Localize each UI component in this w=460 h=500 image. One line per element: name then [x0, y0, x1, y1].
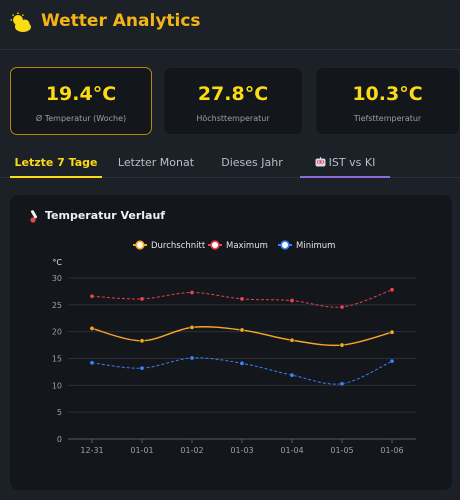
- legend-label-durchschnitt: Durchschnitt: [151, 241, 206, 251]
- data-point-minimum: [139, 365, 145, 371]
- app-header: Wetter Analytics: [0, 0, 460, 50]
- x-tick-label: 01-06: [380, 446, 403, 455]
- y-tick-label: 25: [52, 301, 62, 310]
- data-point-maximum: [339, 304, 345, 310]
- tab-ist-vs-ki[interactable]: IST vs KI: [300, 150, 390, 178]
- x-tick-label: 01-03: [230, 446, 253, 455]
- sun-cloud-icon: [10, 12, 31, 32]
- data-point-maximum: [139, 296, 145, 302]
- data-point-maximum: [239, 296, 245, 302]
- y-tick-label: 15: [52, 355, 62, 364]
- data-point-maximum: [289, 298, 295, 304]
- data-point-minimum: [389, 358, 395, 364]
- data-point-durchschnitt: [339, 342, 345, 348]
- x-tick-label: 01-05: [330, 446, 353, 455]
- legend-label-minimum: Minimum: [296, 241, 335, 251]
- stat-label: Tiefsttemperatur: [353, 114, 422, 123]
- data-point-durchschnitt: [189, 324, 195, 330]
- app-title: Wetter Analytics: [41, 11, 201, 31]
- data-point-maximum: [389, 287, 395, 293]
- y-tick-label: 30: [52, 274, 62, 283]
- y-tick-label: 20: [52, 328, 62, 337]
- robot-icon: [315, 157, 326, 167]
- temperature-line-chart: 0 5 10 15 20 25 30 °C 12-31 01-01 01-02 01-03 01-04 0…: [52, 240, 416, 455]
- data-point-durchschnitt: [389, 329, 395, 335]
- stat-label: Höchsttemperatur: [196, 114, 270, 123]
- y-axis-label: °C: [52, 258, 62, 267]
- legend-marker-durchschnitt: [135, 240, 145, 250]
- x-tick-label: 12-31: [80, 446, 103, 455]
- stat-card-min[interactable]: 10.3°C Tiefsttemperatur: [315, 67, 460, 135]
- x-tick-label: 01-01: [130, 446, 153, 455]
- stat-value: 10.3°C: [352, 83, 423, 105]
- tab-label: IST vs KI: [328, 156, 376, 169]
- data-point-maximum: [189, 289, 195, 295]
- y-tick-label: 0: [57, 435, 62, 444]
- tab-this-year[interactable]: Dieses Jahr: [210, 150, 294, 178]
- x-tick-label: 01-04: [280, 446, 303, 455]
- stat-label: Ø Temperatur (Woche): [35, 114, 127, 123]
- data-point-minimum: [89, 360, 95, 366]
- data-point-maximum: [89, 293, 95, 299]
- y-tick-label: 10: [52, 381, 62, 390]
- tab-last-month[interactable]: Letzter Monat: [112, 150, 200, 178]
- data-point-durchschnitt: [89, 325, 95, 331]
- data-point-minimum: [289, 372, 295, 378]
- data-point-minimum: [189, 355, 195, 361]
- legend-marker-minimum: [280, 240, 290, 250]
- stat-value: 27.8°C: [197, 83, 269, 105]
- x-tick-label: 01-02: [180, 446, 203, 455]
- legend-marker-maximum: [210, 240, 220, 250]
- data-point-durchschnitt: [289, 337, 295, 343]
- data-point-minimum: [239, 360, 245, 366]
- data-point-minimum: [339, 381, 345, 387]
- tab-last-7-days[interactable]: Letzte 7 Tage: [10, 150, 102, 178]
- y-tick-label: 5: [57, 408, 62, 417]
- tab-bar: Letzte 7 Tage Letzter Monat Dieses Jahr …: [0, 150, 460, 178]
- stat-card-average[interactable]: 19.4°C Ø Temperatur (Woche): [10, 67, 152, 135]
- stat-card-max[interactable]: 27.8°C Höchsttemperatur: [163, 67, 303, 135]
- data-point-durchschnitt: [139, 338, 145, 344]
- legend-label-maximum: Maximum: [226, 241, 268, 251]
- data-point-durchschnitt: [239, 327, 245, 333]
- temperature-chart-panel: Temperatur Verlauf 0 5 10 15 20 25 30 °C 12-31 01…: [10, 195, 452, 490]
- stat-value: 19.4°C: [45, 83, 117, 105]
